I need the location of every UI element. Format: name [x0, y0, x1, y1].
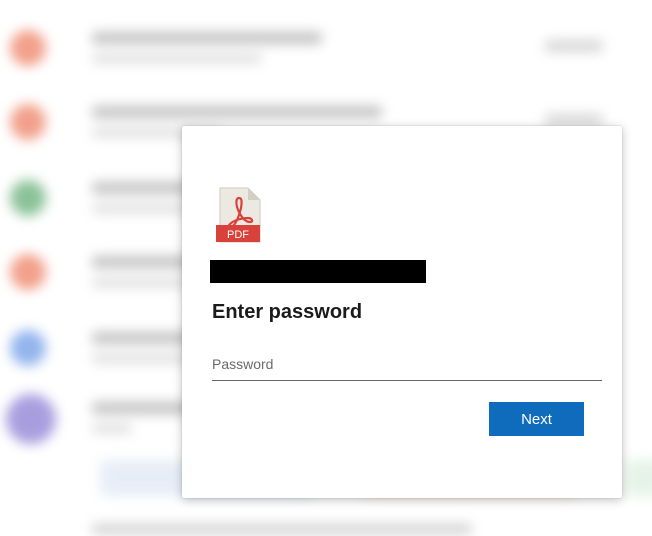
- avatar: [6, 394, 56, 444]
- file-icon: [10, 180, 46, 216]
- file-icon: [10, 330, 46, 366]
- password-dialog: PDF Enter password Next: [182, 126, 622, 498]
- pdf-file-icon: PDF: [216, 187, 261, 243]
- redacted-file-name: [210, 260, 426, 283]
- file-icon: [10, 254, 46, 290]
- screen: PDF Enter password Next: [0, 0, 652, 536]
- password-input[interactable]: [212, 348, 602, 381]
- list-item: [0, 18, 652, 78]
- next-button[interactable]: Next: [489, 402, 584, 436]
- file-icon: [10, 30, 46, 66]
- svg-text:PDF: PDF: [227, 229, 249, 241]
- dialog-title: Enter password: [212, 301, 363, 323]
- file-icon: [10, 104, 46, 140]
